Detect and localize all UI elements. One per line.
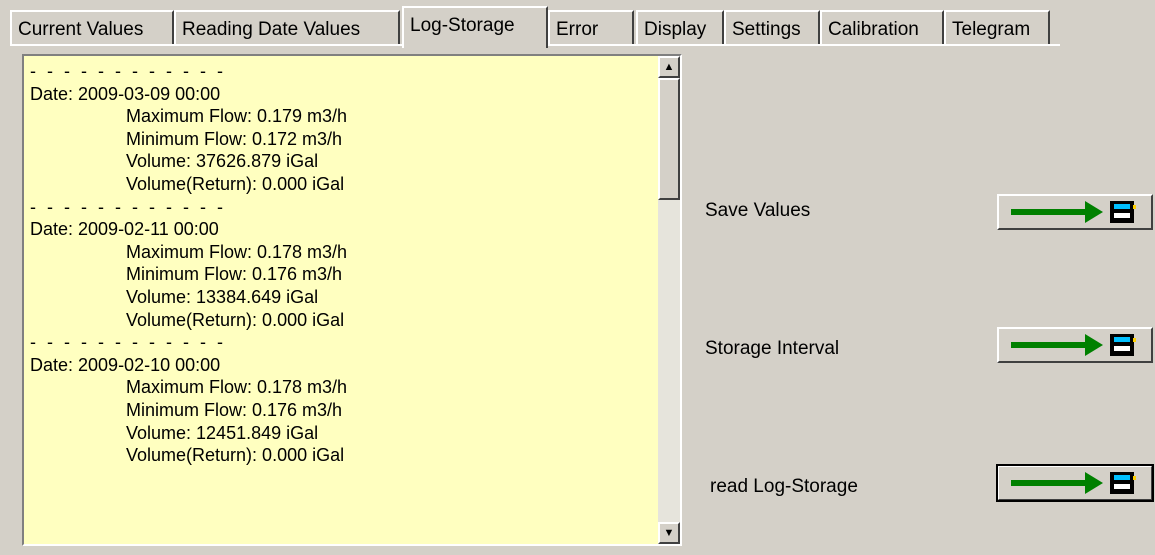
tab-telegram[interactable]: Telegram <box>944 10 1050 46</box>
tab-calibration[interactable]: Calibration <box>820 10 944 46</box>
scroll-down-button[interactable]: ▼ <box>658 522 680 544</box>
log-entry-max-flow: Maximum Flow: 0.178 m3/h <box>126 241 348 262</box>
log-entry-min-flow: Minimum Flow: 0.176 m3/h <box>126 264 343 285</box>
log-entry-volume: Volume: 13384.649 iGal <box>126 286 319 307</box>
vertical-scrollbar[interactable]: ▲ ▼ <box>658 56 680 544</box>
arrow-to-storage-icon <box>1011 201 1136 223</box>
arrow-to-storage-icon <box>1011 334 1136 356</box>
log-entry-volume: Volume: 12451.849 iGal <box>126 422 319 443</box>
log-separator: - - - - - - - - - - - - <box>30 61 226 81</box>
arrow-to-storage-icon <box>1011 472 1136 494</box>
read-log-storage-label: read Log-Storage <box>710 476 858 497</box>
tab-settings[interactable]: Settings <box>724 10 820 46</box>
scroll-up-button[interactable]: ▲ <box>658 56 680 78</box>
log-entry-volume-return: Volume(Return): 0.000 iGal <box>126 309 345 330</box>
tab-log-storage[interactable]: Log-Storage <box>402 6 548 48</box>
log-entry-date: Date: 2009-02-10 00:00 <box>30 354 221 375</box>
log-entry-date: Date: 2009-02-11 00:00 <box>30 219 219 240</box>
log-separator: - - - - - - - - - - - - <box>30 332 226 353</box>
log-entry-min-flow: Minimum Flow: 0.172 m3/h <box>126 128 343 149</box>
scroll-down-arrow-icon: ▼ <box>663 526 675 539</box>
tab-strip: Current Values Reading Date Values Log-S… <box>10 6 1060 48</box>
read-log-storage-button[interactable] <box>996 464 1154 502</box>
tab-reading-date-values[interactable]: Reading Date Values <box>174 10 400 46</box>
log-entry-volume-return: Volume(Return): 0.000 iGal <box>126 445 345 466</box>
log-entry-volume-return: Volume(Return): 0.000 iGal <box>126 173 345 194</box>
log-storage-list[interactable]: - - - - - - - - - - - - Date: 2009-03-09… <box>22 54 682 546</box>
tab-error[interactable]: Error <box>548 10 634 46</box>
storage-interval-label: Storage Interval <box>705 338 840 359</box>
log-entry-max-flow: Maximum Flow: 0.178 m3/h <box>126 377 348 398</box>
log-separator: - - - - - - - - - - - - <box>30 196 226 217</box>
tab-display[interactable]: Display <box>636 10 724 46</box>
scroll-up-arrow-icon: ▲ <box>663 60 675 73</box>
log-entry-max-flow: Maximum Flow: 0.179 m3/h <box>126 106 348 127</box>
storage-interval-button[interactable] <box>997 327 1153 363</box>
save-values-label: Save Values <box>705 200 811 221</box>
log-entry-date: Date: 2009-03-09 00:00 <box>30 83 221 104</box>
log-storage-content: - - - - - - - - - - - - Date: 2009-03-09… <box>30 60 656 544</box>
log-entry-volume: Volume: 37626.879 iGal <box>126 151 319 172</box>
tab-current-values[interactable]: Current Values <box>10 10 174 46</box>
save-values-button[interactable] <box>997 194 1153 230</box>
scrollbar-thumb[interactable] <box>658 78 680 200</box>
log-entry-min-flow: Minimum Flow: 0.176 m3/h <box>126 399 343 420</box>
